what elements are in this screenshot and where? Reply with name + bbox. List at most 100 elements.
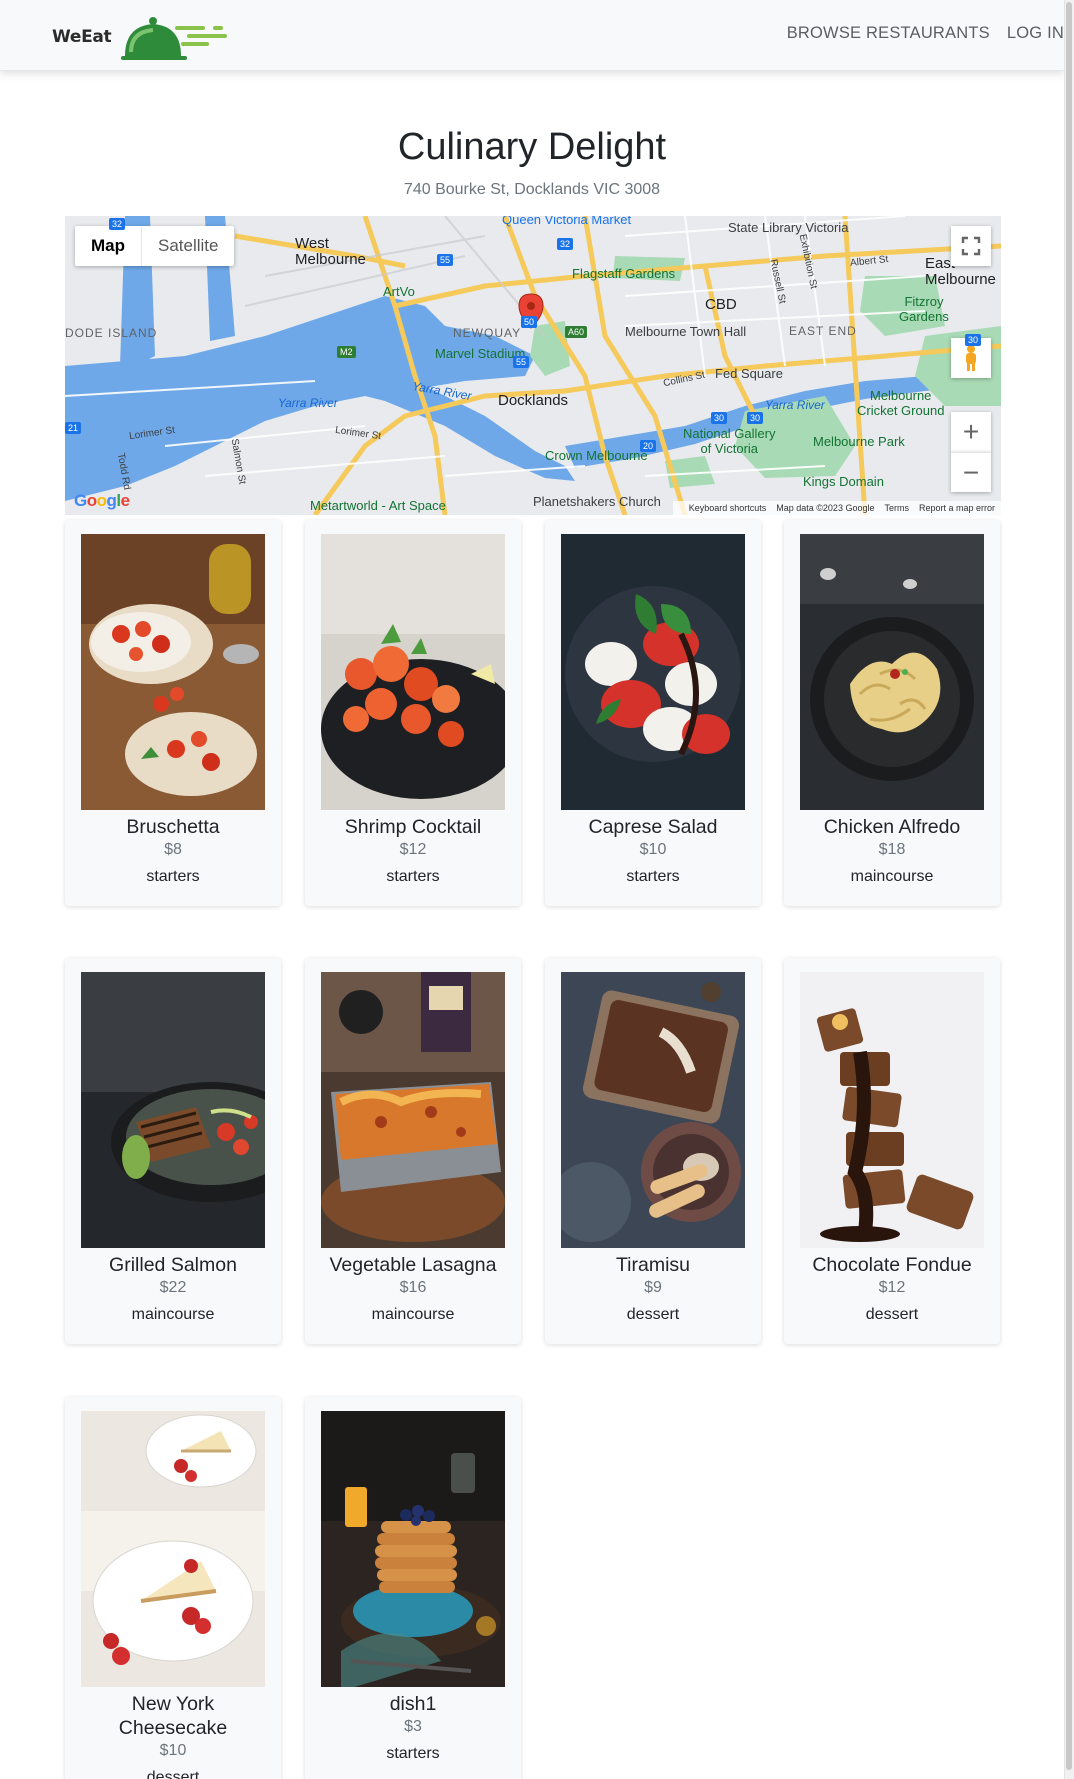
- dish-name: Shrimp Cocktail: [344, 816, 482, 838]
- dish-image[interactable]: [800, 534, 984, 810]
- dish-category: dessert: [146, 1769, 200, 1779]
- dish-name: dish1: [389, 1693, 437, 1715]
- zoom-in-button[interactable]: +: [951, 412, 991, 452]
- map-label-town-hall: Melbourne Town Hall: [625, 324, 747, 339]
- map-label-national-gallery: National Gallery of Victoria: [683, 426, 776, 456]
- brand-name: WeEat: [52, 27, 112, 47]
- dish-price: $10: [639, 841, 667, 858]
- map-label-yarra-river-3: Yarra River: [765, 398, 825, 412]
- map-label-state-library: State Library Victoria: [728, 220, 849, 235]
- map-label-west-melbourne: West Melbourne: [295, 235, 366, 268]
- dish-name: New York Cheesecake: [118, 1693, 228, 1739]
- dish-category: starters: [386, 1745, 440, 1762]
- map-type-map-button[interactable]: Map: [75, 226, 142, 266]
- dish-price: $18: [878, 841, 906, 858]
- map-label-melbourne-park: Melbourne Park: [813, 434, 905, 449]
- road-shield: 30: [965, 334, 982, 346]
- map-label-dode-island: DODE ISLAND: [65, 326, 158, 340]
- dish-price: $10: [159, 1742, 187, 1759]
- navbar: WeEat BROWSE RESTAURANTS LOG IN: [0, 0, 1064, 71]
- road-shield: 32: [109, 218, 126, 230]
- dish-image[interactable]: [81, 1411, 265, 1687]
- dish-image[interactable]: [561, 972, 745, 1248]
- dish-name: Chicken Alfredo: [823, 816, 961, 838]
- dish-category: maincourse: [371, 1306, 455, 1323]
- dish-card[interactable]: dish1 $3 starters: [305, 1397, 521, 1779]
- map-terms-link[interactable]: Terms: [884, 503, 909, 513]
- road-shield: 50: [521, 316, 538, 328]
- nav-links: BROWSE RESTAURANTS LOG IN: [770, 24, 1064, 43]
- dish-name: Caprese Salad: [588, 816, 718, 838]
- map-label-metartworld: Metartworld - Art Space: [310, 498, 446, 513]
- dish-category: starters: [626, 868, 680, 885]
- road-shield: 30: [711, 412, 728, 424]
- dish-category: maincourse: [131, 1306, 215, 1323]
- dish-card[interactable]: Vegetable Lasagna $16 maincourse: [305, 958, 521, 1344]
- cloche-logo-icon: [121, 17, 228, 60]
- dish-card[interactable]: Grilled Salmon $22 maincourse: [65, 958, 281, 1344]
- map-type-satellite-button[interactable]: Satellite: [142, 226, 234, 266]
- road-shield: 55: [437, 254, 454, 266]
- dish-price: $3: [404, 1718, 422, 1735]
- dish-price: $12: [399, 841, 427, 858]
- dish-category: starters: [386, 868, 440, 885]
- map-label-newquay: NEWQUAY: [453, 326, 522, 340]
- zoom-out-button[interactable]: −: [951, 452, 991, 492]
- dish-card[interactable]: Caprese Salad $10 starters: [545, 520, 761, 906]
- dish-image[interactable]: [800, 972, 984, 1248]
- map-label-yarra-river-1: Yarra River: [278, 396, 338, 410]
- dish-price: $12: [878, 1279, 906, 1296]
- dish-price: $22: [159, 1279, 187, 1296]
- map-label-flagstaff: Flagstaff Gardens: [572, 266, 676, 281]
- dish-category: maincourse: [850, 868, 934, 885]
- map-report-error-link[interactable]: Report a map error: [919, 503, 995, 513]
- map-keyboard-shortcuts-link[interactable]: Keyboard shortcuts: [689, 503, 767, 513]
- fullscreen-icon[interactable]: [951, 226, 991, 266]
- dish-price: $8: [164, 841, 182, 858]
- road-shield: M2: [337, 346, 356, 358]
- dish-image[interactable]: [81, 972, 265, 1248]
- dish-card[interactable]: New York Cheesecake $10 dessert: [65, 1397, 281, 1779]
- brand-logo-link[interactable]: WeEat: [52, 12, 233, 62]
- map-type-control: Map Satellite: [75, 226, 235, 266]
- map-label-cbd: CBD: [705, 296, 737, 313]
- map-label-kings-domain: Kings Domain: [803, 474, 884, 489]
- restaurant-name: Culinary Delight: [397, 126, 667, 168]
- road-shield: 30: [747, 412, 764, 424]
- google-logo[interactable]: Google: [74, 491, 130, 511]
- dish-card[interactable]: Chocolate Fondue $12 dessert: [784, 958, 1000, 1344]
- road-shield: 20: [640, 440, 657, 452]
- dish-card[interactable]: Chicken Alfredo $18 maincourse: [784, 520, 1000, 906]
- map-footer: Keyboard shortcuts Map data ©2023 Google…: [672, 501, 1001, 515]
- map-label-queen-victoria: Queen Victoria Market: [502, 216, 632, 227]
- map-label-planetshakers: Planetshakers Church: [533, 494, 661, 509]
- page-scrollbar[interactable]: [1064, 0, 1074, 1779]
- dish-image[interactable]: [81, 534, 265, 810]
- dish-image[interactable]: [561, 534, 745, 810]
- nav-browse-restaurants[interactable]: BROWSE RESTAURANTS: [787, 24, 990, 43]
- scrollbar-thumb[interactable]: [1066, 2, 1072, 1770]
- road-shield: 21: [65, 422, 82, 434]
- dish-card[interactable]: Shrimp Cocktail $12 starters: [305, 520, 521, 906]
- map-label-fed-square: Fed Square: [715, 366, 783, 381]
- map-label-crown: Crown Melbourne: [545, 448, 648, 463]
- road-shield: A60: [565, 326, 588, 338]
- map-label-fitzroy-gardens: Fitzroy Gardens: [899, 294, 949, 324]
- dish-card[interactable]: Tiramisu $9 dessert: [545, 958, 761, 1344]
- dish-image[interactable]: [321, 972, 505, 1248]
- map-label-artvo: ArtVo: [383, 284, 415, 299]
- dish-category: starters: [146, 868, 200, 885]
- dish-category: dessert: [865, 1306, 919, 1323]
- dish-image[interactable]: [321, 1411, 505, 1687]
- restaurant-map[interactable]: West Melbourne Queen Victoria Market Sta…: [65, 216, 1001, 515]
- dish-name: Vegetable Lasagna: [329, 1254, 497, 1276]
- nav-log-in[interactable]: LOG IN: [1007, 24, 1064, 43]
- dish-name: Bruschetta: [126, 816, 220, 838]
- map-data-attribution: Map data ©2023 Google: [776, 503, 875, 513]
- dish-image[interactable]: [321, 534, 505, 810]
- dish-category: dessert: [626, 1306, 680, 1323]
- dish-price: $16: [399, 1279, 427, 1296]
- map-label-east-end: EAST END: [789, 324, 857, 338]
- dish-card[interactable]: Bruschetta $8 starters: [65, 520, 281, 906]
- dish-name: Chocolate Fondue: [812, 1254, 972, 1276]
